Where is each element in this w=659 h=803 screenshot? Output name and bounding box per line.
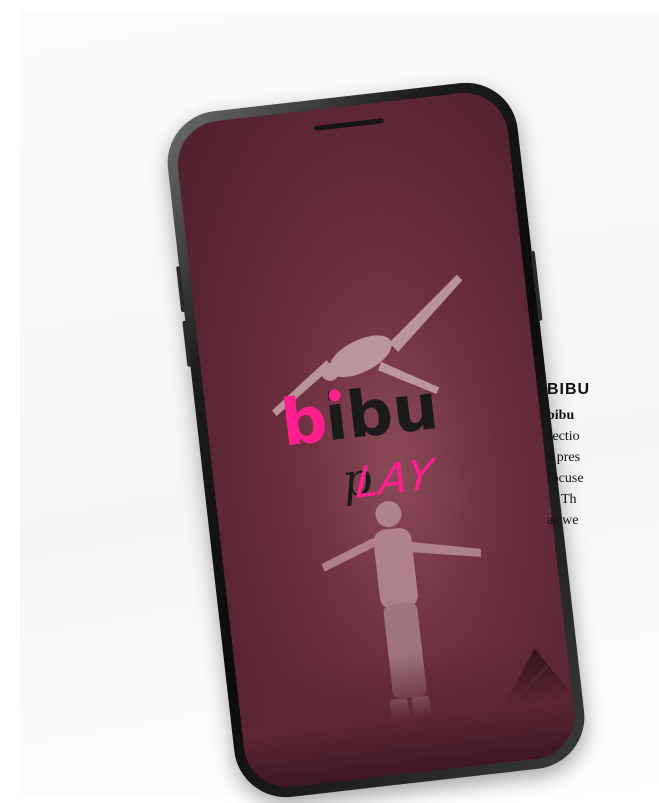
article-line: bibu (547, 408, 575, 423)
article-line: as we (547, 513, 579, 528)
article-line: Th (561, 492, 577, 507)
article-line: sectio (547, 429, 580, 444)
article-text: bibu sectio a pres focuse Th as we (547, 405, 659, 531)
bibu-play-logo: b ibu p LAY (277, 370, 442, 508)
article-snippet: BIBU bibu sectio a pres focuse Th as we (547, 381, 659, 531)
article-line: a pres (547, 450, 581, 465)
article-heading: BIBU (547, 381, 591, 398)
article-line: focuse (547, 471, 584, 486)
svg-text:LAY: LAY (354, 449, 437, 507)
svg-text:ibu: ibu (321, 370, 442, 456)
